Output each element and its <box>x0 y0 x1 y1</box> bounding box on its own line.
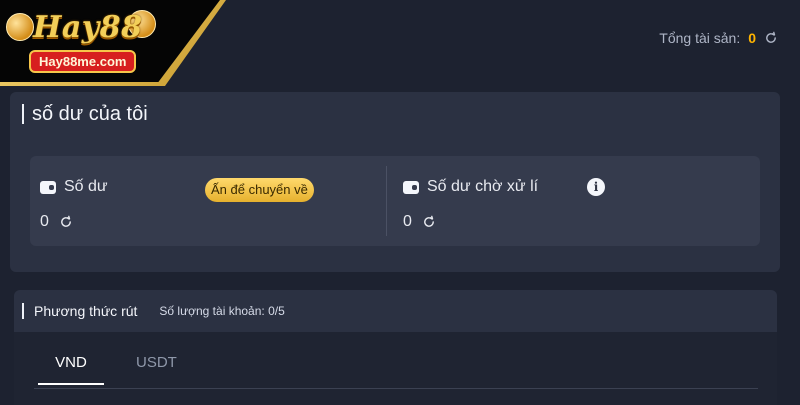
balance-value: 0 <box>40 213 49 230</box>
balance-label: Số dư <box>64 178 108 195</box>
pending-balance-label: Số dư chờ xử lí <box>427 178 539 195</box>
wallet-icon <box>403 180 419 194</box>
my-balance-panel: số dư của tôi Số dư Ấn để chuyển về 0 Số… <box>10 92 780 272</box>
wallet-icon <box>40 180 56 194</box>
refresh-icon[interactable] <box>422 215 436 229</box>
refresh-icon[interactable] <box>59 215 73 229</box>
pending-label-row: Số dư chờ xử lí <box>403 178 538 196</box>
transfer-back-button[interactable]: Ấn để chuyển về <box>205 178 314 202</box>
column-divider <box>386 166 387 236</box>
tab-vnd[interactable]: VND <box>38 354 104 385</box>
balance-value-row: 0 <box>40 213 73 231</box>
balance-card: Số dư Ấn để chuyển về 0 Số dư chờ xử lí … <box>30 156 760 246</box>
currency-tabs: VND USDT <box>14 332 777 405</box>
withdraw-method-panel: Phương thức rút Số lượng tài khoản: 0/5 … <box>14 290 777 405</box>
balance-label-row: Số dư <box>40 178 108 196</box>
withdraw-header: Phương thức rút Số lượng tài khoản: 0/5 <box>14 290 777 332</box>
account-count-label: Số lượng tài khoản: <box>159 304 265 318</box>
pending-value-row: 0 <box>403 213 436 231</box>
account-count-value: 0/5 <box>268 304 285 318</box>
withdraw-title: Phương thức rút <box>34 303 138 319</box>
panel-header: số dư của tôi <box>10 92 780 136</box>
panel-title: số dư của tôi <box>32 102 148 125</box>
tabs-underline <box>34 388 758 389</box>
logo-title: Hay88 <box>33 10 143 45</box>
title-accent-bar <box>22 303 24 319</box>
total-assets: Tổng tài sản: 0 <box>659 30 778 46</box>
balance-column: Số dư Ấn để chuyển về 0 <box>30 156 386 246</box>
brand-logo[interactable]: Hay88 Hay88me.com <box>0 0 220 82</box>
account-count: Số lượng tài khoản: 0/5 <box>159 304 284 318</box>
total-assets-label: Tổng tài sản: <box>659 30 741 46</box>
total-assets-value: 0 <box>748 30 756 46</box>
mascot-left-icon <box>6 13 34 41</box>
info-icon[interactable]: i <box>587 178 605 196</box>
refresh-icon[interactable] <box>764 31 778 45</box>
top-header: Hay88 Hay88me.com Tổng tài sản: 0 <box>0 0 800 86</box>
logo-domain: Hay88me.com <box>29 50 137 73</box>
pending-balance-value: 0 <box>403 213 412 230</box>
tab-usdt[interactable]: USDT <box>136 354 177 383</box>
title-accent-bar <box>22 104 24 124</box>
pending-balance-column: Số dư chờ xử lí i 0 <box>393 156 749 246</box>
